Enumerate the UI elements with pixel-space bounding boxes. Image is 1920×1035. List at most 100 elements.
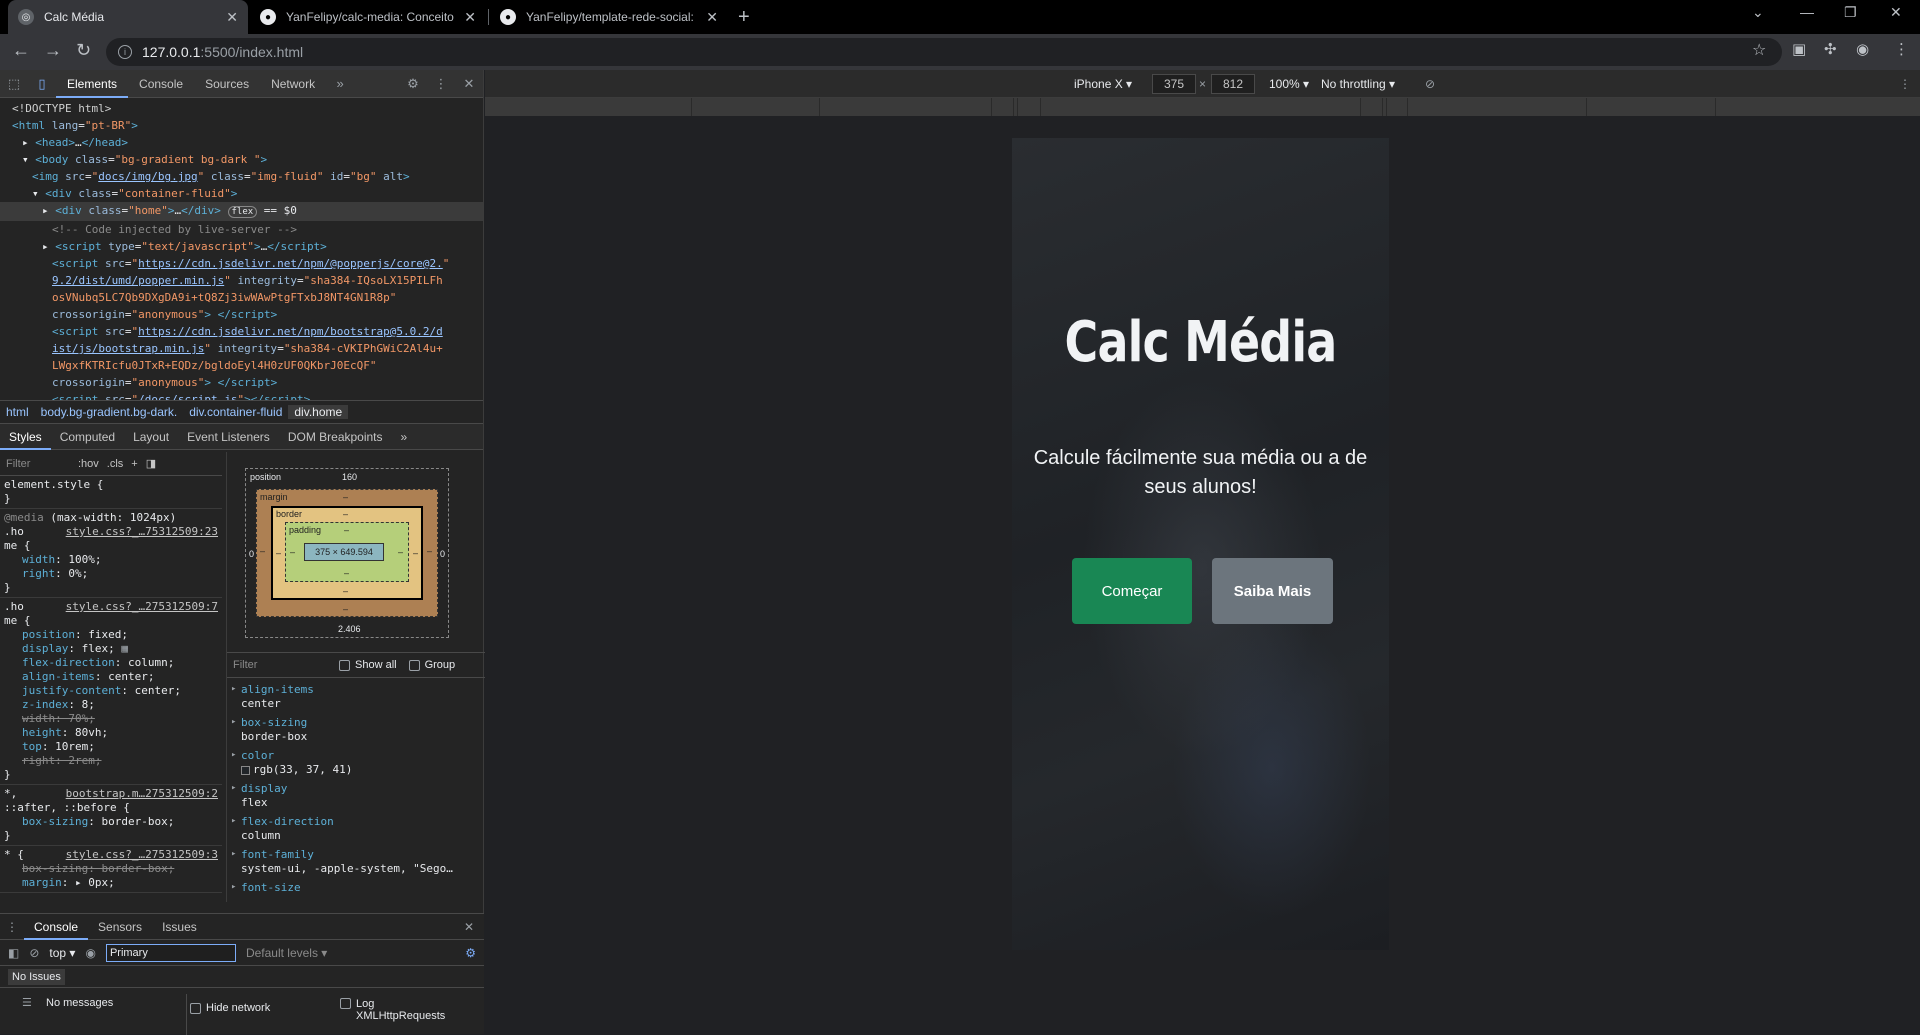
dom-node-line[interactable]: <!-- Code injected by live-server --> (0, 221, 483, 238)
computed-property[interactable]: box-sizingborder-box (227, 713, 485, 746)
info-icon[interactable]: i (118, 45, 132, 59)
width-input[interactable]: 375 (1152, 74, 1196, 94)
dom-node-line[interactable]: <!DOCTYPE html> (0, 100, 483, 117)
profile-avatar-icon[interactable]: ◉ (1856, 40, 1869, 58)
drawer-menu-icon[interactable]: ⋮ (0, 914, 24, 940)
dom-node-line[interactable]: osVNubq5LC7Qb9DXgDA9i+tQ8Zj3iwWAwPtgFTxb… (0, 289, 483, 306)
close-devtools-icon[interactable]: ✕ (455, 76, 483, 92)
inspect-element-icon[interactable]: ⬚ (0, 76, 28, 92)
subtab-dom-breakpoints[interactable]: DOM Breakpoints (279, 424, 392, 450)
style-rule[interactable]: @media (max-width: 1024px) .ho style.css?… (0, 509, 222, 598)
dom-tree[interactable]: <!DOCTYPE html> <html lang="pt-BR"> ▸ <hea… (0, 98, 483, 400)
drawer-tab-issues[interactable]: Issues (152, 914, 207, 940)
subtab-layout[interactable]: Layout (124, 424, 178, 450)
context-selector[interactable]: top ▾ (49, 946, 75, 960)
devtools-menu-icon[interactable]: ⋮ (427, 76, 455, 92)
computed-property[interactable]: colorrgb(33, 37, 41) (227, 746, 485, 779)
computed-property[interactable]: align-itemscenter (227, 680, 485, 713)
minimize-icon[interactable]: — (1800, 4, 1814, 20)
style-rule[interactable]: element.style { } (0, 476, 222, 509)
address-bar[interactable]: i 127.0.0.1:5500/index.html (106, 38, 1782, 66)
toggle-sidebar-icon[interactable]: ◨ (146, 457, 156, 470)
dom-node-line[interactable]: crossorigin="anonymous"> </script> (0, 374, 483, 391)
start-button[interactable]: Começar (1072, 558, 1192, 624)
computed-property[interactable]: flex-directioncolumn (227, 812, 485, 845)
content-box[interactable]: 375 × 649.594 (304, 543, 384, 561)
throttling-selector[interactable]: No throttling ▾ (1321, 77, 1395, 91)
style-rule[interactable]: .ho style.css?_…275312509:7 me { position… (0, 598, 222, 785)
style-rule[interactable]: *, bootstrap.m…275312509:2 ::after, ::be… (0, 785, 222, 846)
computed-property[interactable]: font-familysystem-ui, -apple-system, "Se… (227, 845, 485, 878)
extension-icon[interactable]: ▣ (1792, 40, 1806, 58)
menu-kebab-icon[interactable]: ⋮ (1894, 40, 1909, 58)
tab-network[interactable]: Network (260, 70, 326, 98)
breadcrumb-html[interactable]: html (0, 405, 35, 419)
console-filter-input[interactable]: Primary (105, 943, 236, 962)
dom-node-line[interactable]: <script src="https://cdn.jsdelivr.net/np… (0, 255, 483, 272)
color-swatch[interactable] (241, 765, 250, 775)
dom-node-line[interactable]: ist/js/bootstrap.min.js" integrity="sha3… (0, 340, 483, 357)
margin-box[interactable]: margin – – – – border – – – – padding – … (256, 489, 438, 617)
breadcrumb-home[interactable]: div.home (288, 405, 349, 419)
emulation-menu-icon[interactable]: ⋮ (1899, 77, 1911, 91)
breadcrumb-container[interactable]: div.container-fluid (183, 405, 288, 419)
dom-node-line[interactable]: <html lang="pt-BR"> (0, 117, 483, 134)
computed-filter-input[interactable]: Filter (233, 659, 339, 671)
close-tab-icon[interactable]: ✕ (464, 9, 476, 26)
close-drawer-icon[interactable]: ✕ (454, 914, 484, 940)
tab-sources[interactable]: Sources (194, 70, 260, 98)
drawer-tab-sensors[interactable]: Sensors (88, 914, 152, 940)
dom-node-line[interactable]: ▾ <div class="container-fluid"> (0, 185, 483, 202)
log-xhr-checkbox[interactable] (340, 998, 351, 1009)
clear-console-icon[interactable]: ⊘ (29, 946, 39, 960)
close-tab-icon[interactable]: ✕ (706, 9, 718, 26)
no-issues-button[interactable]: No Issues (8, 968, 65, 985)
log-levels-dropdown[interactable]: Default levels ▾ (246, 946, 327, 960)
no-messages-label[interactable]: No messages (26, 997, 113, 1009)
media-query-ruler[interactable] (485, 98, 1920, 116)
computed-property[interactable]: displayflex (227, 779, 485, 812)
drawer-tab-console[interactable]: Console (24, 914, 89, 940)
more-tabs-icon[interactable]: » (326, 76, 354, 91)
more-subtabs-icon[interactable]: » (392, 424, 417, 450)
dom-node-line[interactable]: LWgxfKTRIcfu0JTxR+EQDz/bgldoEyl4H0zUF0QK… (0, 357, 483, 374)
close-window-icon[interactable]: ✕ (1890, 4, 1902, 21)
new-tab-icon[interactable]: + (738, 6, 750, 29)
dom-node-line[interactable]: <img src="docs/img/bg.jpg" class="img-fl… (0, 168, 483, 185)
console-settings-icon[interactable]: ⚙ (465, 946, 476, 960)
dom-node-line[interactable]: <script src="https://cdn.jsdelivr.net/np… (0, 323, 483, 340)
padding-box[interactable]: padding – – – – 375 × 649.594 (285, 522, 409, 582)
dom-node-line[interactable]: <script src="/docs/script.js"></script> (0, 391, 483, 400)
computed-property[interactable]: font-size (227, 878, 485, 897)
dom-node-line[interactable]: ▾ <body class="bg-gradient bg-dark "> (0, 151, 483, 168)
breadcrumb-body[interactable]: body.bg-gradient.bg-dark. (35, 405, 184, 419)
tab-calc-media[interactable]: ◎ Calc Média ✕ (8, 0, 248, 34)
height-input[interactable]: 812 (1211, 74, 1255, 94)
tab-elements[interactable]: Elements (56, 70, 129, 98)
tab-console[interactable]: Console (128, 70, 194, 98)
zoom-selector[interactable]: 100% ▾ (1269, 77, 1309, 91)
subtab-computed[interactable]: Computed (51, 424, 124, 450)
dom-node-line[interactable]: crossorigin="anonymous"> </script> (0, 306, 483, 323)
subtab-styles[interactable]: Styles (0, 424, 51, 450)
settings-gear-icon[interactable]: ⚙ (399, 76, 427, 92)
forward-icon[interactable]: → (44, 40, 62, 61)
subtab-event-listeners[interactable]: Event Listeners (178, 424, 279, 450)
cls-button[interactable]: .cls (107, 458, 124, 470)
device-toolbar-icon[interactable]: ▯ (28, 76, 56, 92)
puzzle-icon[interactable]: ✣ (1824, 40, 1837, 58)
reload-icon[interactable]: ↻ (76, 40, 91, 61)
close-tab-icon[interactable]: ✕ (226, 9, 238, 26)
show-all-checkbox[interactable] (339, 659, 350, 671)
dom-node-line[interactable]: ▸ <script type="text/javascript">…</scri… (0, 238, 483, 255)
back-icon[interactable]: ← (12, 40, 30, 61)
dom-node-line[interactable]: 9.2/dist/umd/popper.min.js" integrity="s… (0, 272, 483, 289)
group-checkbox[interactable] (408, 659, 420, 671)
tab-search-icon[interactable]: ⌄ (1752, 4, 1764, 21)
bookmark-star-icon[interactable]: ☆ (1752, 40, 1766, 60)
learn-more-button[interactable]: Saiba Mais (1212, 558, 1333, 624)
hov-button[interactable]: :hov (78, 458, 99, 470)
style-rule[interactable]: * { style.css?_…275312509:3 box-sizing: … (0, 846, 222, 893)
border-box[interactable]: border – – – – padding – – – – 375 × 649… (271, 506, 423, 600)
device-selector[interactable]: iPhone X ▾ (1074, 77, 1132, 91)
